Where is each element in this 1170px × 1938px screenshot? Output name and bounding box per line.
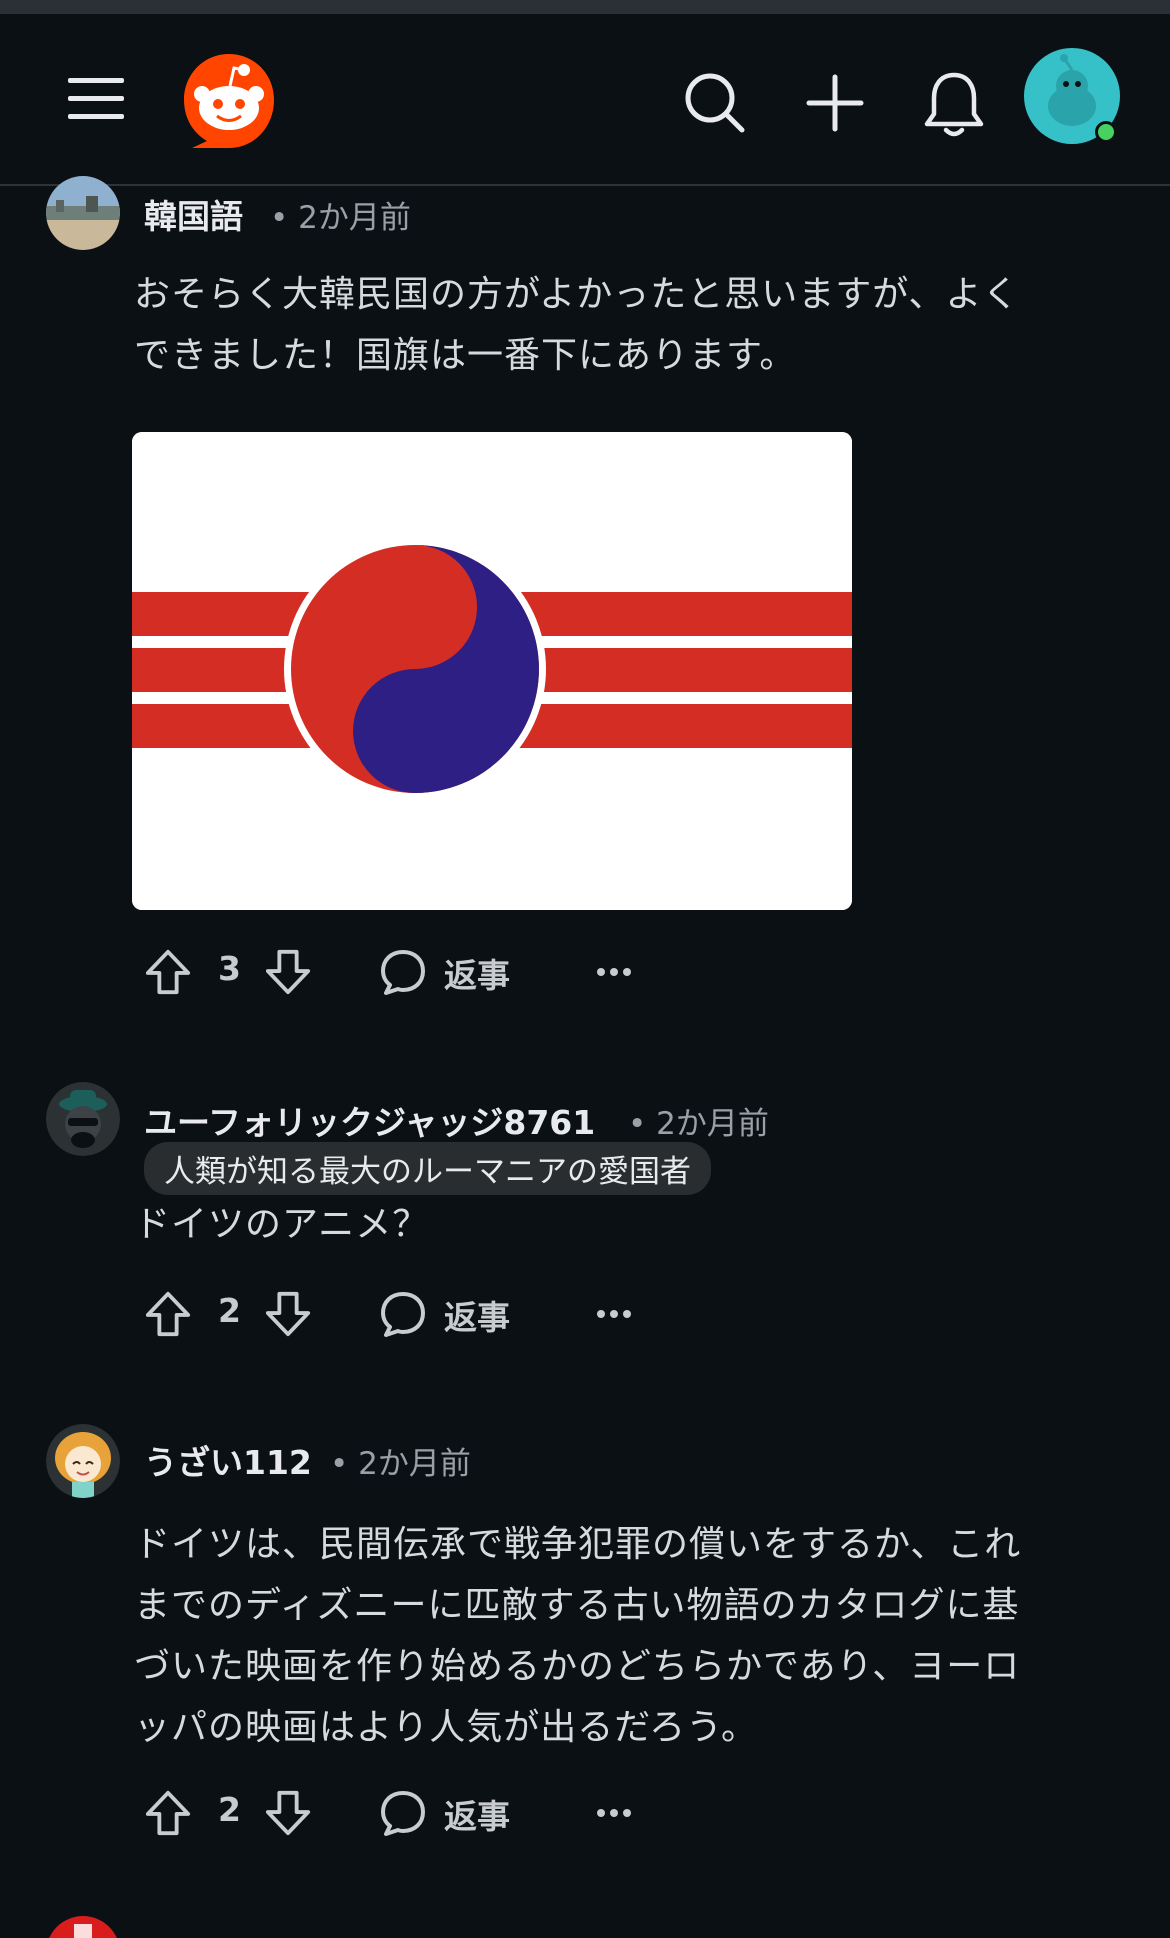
downvote-icon[interactable] [264, 1788, 312, 1838]
upvote-icon[interactable] [144, 1289, 192, 1339]
reply-button[interactable]: 返事 [444, 949, 510, 997]
vote-count: 2 [218, 1790, 241, 1829]
avatar[interactable] [46, 176, 120, 250]
user-flair: 人類が知る最大のルーマニアの愛国者 [144, 1142, 711, 1195]
comment-actions: 2 返事 [140, 1778, 660, 1848]
comment-body-line: おそらく大韓民国の方がよかったと思いますが、よく [134, 274, 1020, 315]
downvote-icon[interactable] [264, 947, 312, 997]
notifications-icon[interactable] [922, 70, 986, 140]
comment-timestamp: • 2か月前 [628, 1106, 769, 1142]
comment-username[interactable]: ユーフォリックジャッジ8761 [144, 1096, 595, 1144]
comment-body-line: までのディズニーに匹敵する古い物語のカタログに基 [134, 1585, 1020, 1626]
upvote-icon[interactable] [144, 1788, 192, 1838]
more-options-icon[interactable] [596, 1808, 632, 1818]
avatar[interactable] [46, 1424, 120, 1498]
comment-body: おそらく大韓民国の方がよかったと思いますが、よく できました！国旗は一番下にあり… [134, 264, 1094, 386]
search-icon[interactable] [684, 72, 746, 134]
comment-body-line: ドイツのアニメ？ [134, 1204, 430, 1245]
top-navigation-bar [0, 14, 1170, 186]
comment-actions: 3 返事 [140, 937, 660, 1007]
comment-timestamp: • 2か月前 [330, 1446, 471, 1482]
status-bar [0, 0, 1170, 14]
more-options-icon[interactable] [596, 967, 632, 977]
comment-username[interactable]: 韓国語 [144, 190, 243, 238]
comment-body-line: ッパの映画はより人気が出るだろう。 [134, 1707, 758, 1748]
reply-bubble-icon[interactable] [378, 1289, 428, 1339]
avatar[interactable] [46, 1916, 120, 1938]
reply-button[interactable]: 返事 [444, 1790, 510, 1838]
menu-icon[interactable] [68, 76, 124, 122]
reply-button[interactable]: 返事 [444, 1291, 510, 1339]
vote-count: 3 [218, 949, 241, 988]
more-options-icon[interactable] [596, 1309, 632, 1319]
comment-body: ドイツは、民間伝承で戦争犯罪の償いをするか、これ までのディズニーに匹敵する古い… [134, 1514, 1094, 1758]
reply-bubble-icon[interactable] [378, 1788, 428, 1838]
comment-timestamp: • 2か月前 [270, 200, 411, 236]
comment-username[interactable]: うざい112 [144, 1436, 312, 1484]
user-avatar[interactable] [1024, 48, 1124, 148]
comment-body-line: づいた映画を作り始めるかのどちらかであり、ヨーロ [134, 1646, 1021, 1687]
avatar[interactable] [46, 1082, 120, 1156]
comment-body: ドイツのアニメ？ [134, 1194, 1094, 1255]
comment-body-line: ドイツは、民間伝承で戦争犯罪の償いをするか、これ [134, 1524, 1022, 1565]
reply-bubble-icon[interactable] [378, 947, 428, 997]
comment-body-line: できました！国旗は一番下にあります。 [134, 335, 797, 376]
downvote-icon[interactable] [264, 1289, 312, 1339]
create-post-icon[interactable] [806, 74, 864, 132]
vote-count: 2 [218, 1291, 241, 1330]
upvote-icon[interactable] [144, 947, 192, 997]
comment-actions: 2 返事 [140, 1279, 660, 1349]
comment-image-flag[interactable] [132, 432, 852, 910]
reddit-logo[interactable] [180, 50, 278, 150]
